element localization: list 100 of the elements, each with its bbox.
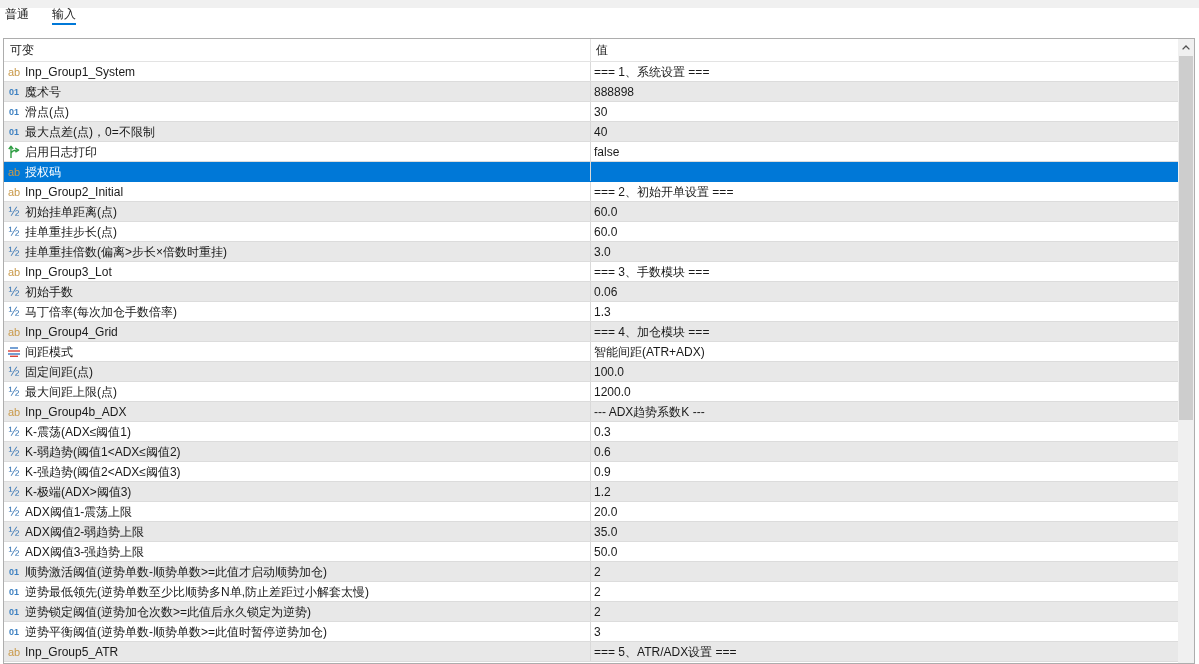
fraction-type-icon: ½ <box>8 445 20 458</box>
branch-arrow-icon <box>8 145 20 158</box>
integer-type-icon: 01 <box>8 105 20 118</box>
column-header: 值 <box>596 43 608 57</box>
text-type-icon: ab <box>8 165 20 178</box>
parameter-name: K-强趋势(阈值2<ADX≤阈值3) <box>25 464 181 479</box>
parameter-row[interactable]: ½ 初始手数 0.06 <box>4 282 1178 302</box>
parameter-name: ADX阈值1-震荡上限 <box>25 504 133 519</box>
integer-type-icon: 01 <box>8 565 20 578</box>
integer-type-icon: 01 <box>8 625 20 638</box>
fraction-type-icon: ½ <box>8 425 20 438</box>
parameter-value: 35.0 <box>594 524 618 539</box>
list-icon <box>8 346 20 357</box>
scrollbar-track[interactable] <box>1178 39 1194 663</box>
parameter-value: 0.9 <box>594 464 611 479</box>
scrollbar-thumb[interactable] <box>1179 56 1193 420</box>
parameter-row[interactable]: 01 魔术号 888898 <box>4 82 1178 102</box>
text-type-icon: ab <box>8 185 20 198</box>
parameter-row[interactable]: ½ K-极端(ADX>阈值3) 1.2 <box>4 482 1178 502</box>
fraction-type-icon: ½ <box>8 205 20 218</box>
parameter-value: === 5、ATR/ADX设置 === <box>594 644 737 659</box>
parameter-name: 滑点(点) <box>25 104 69 119</box>
text-type-icon: ab <box>8 325 20 338</box>
fraction-type-icon: ½ <box>8 465 20 478</box>
parameter-value: 1.2 <box>594 484 611 499</box>
parameter-name: 初始手数 <box>25 284 73 299</box>
parameter-value: === 2、初始开单设置 === <box>594 184 734 199</box>
parameter-row[interactable]: 01 顺势激活阈值(逆势单数-顺势单数>=此值才启动顺势加仓) 2 <box>4 562 1178 582</box>
parameter-row[interactable]: ½ 初始挂单距离(点) 60.0 <box>4 202 1178 222</box>
parameter-value: --- ADX趋势系数K --- <box>594 404 705 419</box>
parameter-name: 逆势最低领先(逆势单数至少比顺势多N单,防止差距过小解套太慢) <box>25 584 369 599</box>
parameter-row[interactable]: 01 逆势锁定阈值(逆势加仓次数>=此值后永久锁定为逆势) 2 <box>4 602 1178 622</box>
parameter-name: Inp_Group4_Grid <box>25 324 118 339</box>
fraction-type-icon: ½ <box>8 245 20 258</box>
chevron-up-icon <box>1182 45 1190 50</box>
parameter-value: false <box>594 144 620 159</box>
parameter-value: 0.3 <box>594 424 611 439</box>
parameter-value: 2 <box>594 584 601 599</box>
parameter-name: ADX阈值3-强趋势上限 <box>25 544 145 559</box>
integer-type-icon: 01 <box>8 125 20 138</box>
parameter-value: 2 <box>594 564 601 579</box>
parameter-name: 魔术号 <box>25 84 61 99</box>
parameter-value: 50.0 <box>594 544 618 559</box>
parameter-row[interactable]: ½ ADX阈值2-弱趋势上限 35.0 <box>4 522 1178 542</box>
tab[interactable]: 输入 <box>52 8 76 25</box>
fraction-type-icon: ½ <box>8 545 20 558</box>
parameter-value: 60.0 <box>594 224 618 239</box>
parameter-value: 智能间距(ATR+ADX) <box>594 344 705 359</box>
column-header: 可变 <box>10 43 34 57</box>
parameter-row[interactable]: ab Inp_Group4b_ADX --- ADX趋势系数K --- <box>4 402 1178 422</box>
parameter-value: 40 <box>594 124 608 139</box>
parameter-row[interactable]: ½ K-弱趋势(阈值1<ADX≤阈值2) 0.6 <box>4 442 1178 462</box>
integer-type-icon: 01 <box>8 585 20 598</box>
tab[interactable]: 普通 <box>5 8 29 25</box>
fraction-type-icon: ½ <box>8 225 20 238</box>
parameter-row[interactable]: ab 授权码 <box>4 162 1178 182</box>
parameter-value: 60.0 <box>594 204 618 219</box>
parameter-name: K-震荡(ADX≤阈值1) <box>25 424 131 439</box>
fraction-type-icon: ½ <box>8 305 20 318</box>
parameter-value: === 3、手数模块 === <box>594 264 710 279</box>
parameter-name: 马丁倍率(每次加仓手数倍率) <box>25 304 177 319</box>
parameter-name: 顺势激活阈值(逆势单数-顺势单数>=此值才启动顺势加仓) <box>25 564 327 579</box>
parameter-name: Inp_Group4b_ADX <box>25 404 127 419</box>
parameter-row[interactable]: ½ 固定间距(点) 100.0 <box>4 362 1178 382</box>
parameter-name: Inp_Group1_System <box>25 64 136 79</box>
parameter-value: === 1、系统设置 === <box>594 64 710 79</box>
parameter-name: K-弱趋势(阈值1<ADX≤阈值2) <box>25 444 181 459</box>
parameter-value: 3 <box>594 624 601 639</box>
fraction-type-icon: ½ <box>8 365 20 378</box>
parameter-value: 3.0 <box>594 244 611 259</box>
parameter-value: 0.06 <box>594 284 618 299</box>
parameter-name: Inp_Group3_Lot <box>25 264 112 279</box>
parameter-row[interactable]: 01 最大点差(点)，0=不限制 40 <box>4 122 1178 142</box>
parameter-name: K-极端(ADX>阈值3) <box>25 484 132 499</box>
parameter-name: 逆势平衡阈值(逆势单数-顺势单数>=此值时暂停逆势加仓) <box>25 624 327 639</box>
text-type-icon: ab <box>8 265 20 278</box>
parameter-value: 100.0 <box>594 364 625 379</box>
parameter-value: 30 <box>594 104 608 119</box>
parameter-name: ADX阈值2-弱趋势上限 <box>25 524 145 539</box>
parameter-name: Inp_Group2_Initial <box>25 184 124 199</box>
fraction-type-icon: ½ <box>8 285 20 298</box>
fraction-type-icon: ½ <box>8 505 20 518</box>
parameter-row[interactable]: ab Inp_Group4_Grid === 4、加仓模块 === <box>4 322 1178 342</box>
text-type-icon: ab <box>8 65 20 78</box>
integer-type-icon: 01 <box>8 85 20 98</box>
text-type-icon: ab <box>8 645 20 658</box>
fraction-type-icon: ½ <box>8 485 20 498</box>
parameter-value: 888898 <box>594 84 635 99</box>
integer-type-icon: 01 <box>8 605 20 618</box>
parameter-name: 挂单重挂倍数(偏离>步长×倍数时重挂) <box>25 244 227 259</box>
fraction-type-icon: ½ <box>8 385 20 398</box>
fraction-type-icon: ½ <box>8 525 20 538</box>
parameter-row[interactable]: ab Inp_Group5_ATR === 5、ATR/ADX设置 === <box>4 642 1178 662</box>
parameter-value: 1200.0 <box>594 384 631 399</box>
parameter-name: 最大间距上限(点) <box>25 384 117 399</box>
parameter-name: Inp_Group5_ATR <box>25 644 119 659</box>
parameter-value: 2 <box>594 604 601 619</box>
parameter-row[interactable]: ½ 挂单重挂倍数(偏离>步长×倍数时重挂) 3.0 <box>4 242 1178 262</box>
parameter-name: 初始挂单距离(点) <box>25 204 117 219</box>
parameter-value: 0.6 <box>594 444 611 459</box>
